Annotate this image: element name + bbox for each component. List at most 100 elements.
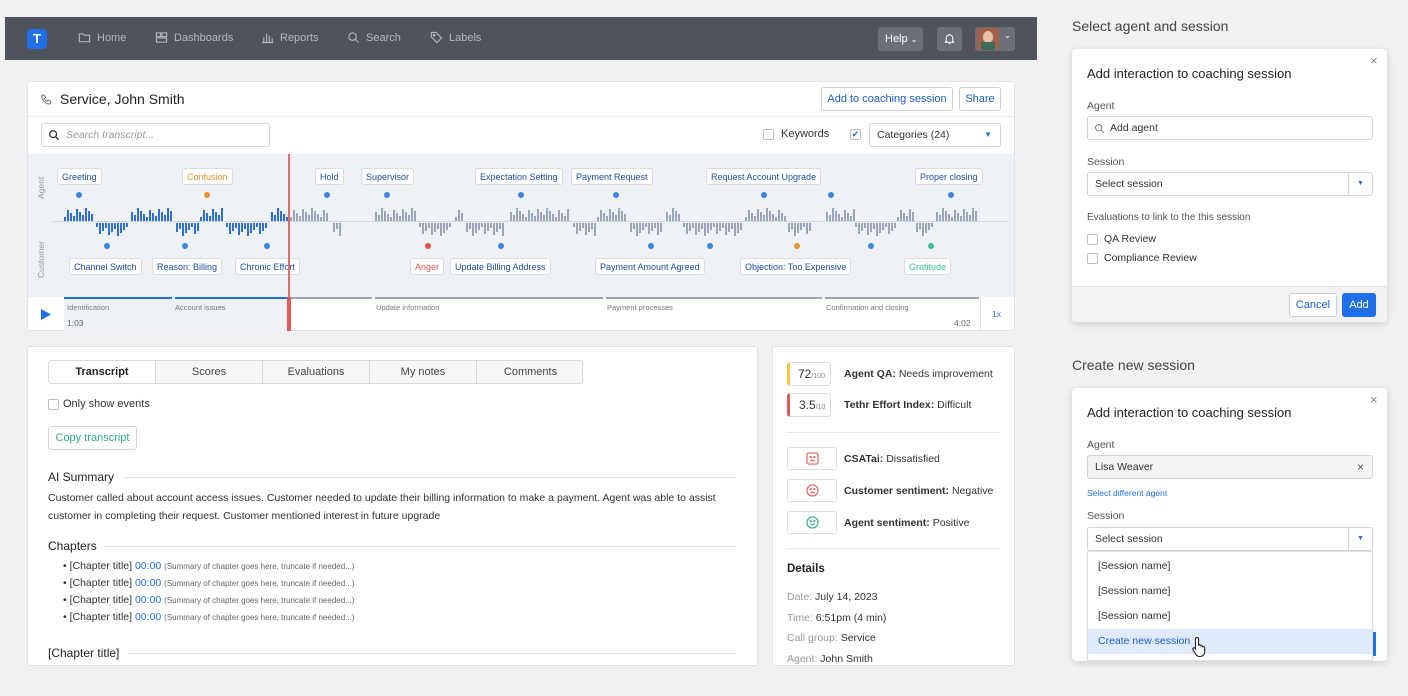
event-dot[interactable] xyxy=(707,243,713,249)
create-new-session-option[interactable]: Create new session xyxy=(1088,629,1372,654)
section-title: Select agent and session xyxy=(1072,18,1229,34)
nav-search[interactable]: Search xyxy=(347,31,401,44)
waveform-segment xyxy=(916,223,933,237)
tab-evaluations[interactable]: Evaluations xyxy=(263,361,370,383)
categories-checkbox[interactable]: ✔ xyxy=(850,129,861,140)
event-dot[interactable] xyxy=(182,243,188,249)
nav-home[interactable]: Home xyxy=(78,31,126,44)
event-tag[interactable]: Payment Amount Agreed xyxy=(595,258,705,275)
event-tag[interactable]: Anger xyxy=(410,258,445,275)
chevron-down-icon: ⌄ xyxy=(1004,31,1011,40)
session-select[interactable]: Select session ▼ xyxy=(1087,527,1373,551)
event-tag[interactable]: Proper closing xyxy=(915,168,983,185)
event-tag[interactable]: Chronic Effort xyxy=(235,258,300,275)
user-menu[interactable]: ⌄ xyxy=(975,27,1015,51)
event-tag[interactable]: Channel Switch xyxy=(69,258,142,275)
event-dot[interactable] xyxy=(324,192,330,198)
close-icon[interactable]: × xyxy=(1370,53,1378,68)
caret-down-icon: ▼ xyxy=(984,130,992,139)
event-tag[interactable]: Reason: Billing xyxy=(152,258,223,275)
event-tag[interactable]: Update Billing Address xyxy=(450,258,551,275)
chapter-time-link[interactable]: 00:00 xyxy=(135,560,161,572)
event-tag[interactable]: Supervisor xyxy=(361,168,415,185)
copy-transcript-button[interactable]: Copy transcript xyxy=(48,426,137,450)
waveform-segment xyxy=(466,223,504,237)
event-dot[interactable] xyxy=(868,243,874,249)
transcript-card: Transcript Scores Evaluations My notes C… xyxy=(27,346,758,666)
compliance-review-checkbox[interactable] xyxy=(1087,253,1098,264)
event-tag[interactable]: Expectation Setting xyxy=(475,168,563,185)
event-dot[interactable] xyxy=(948,192,954,198)
search-transcript-input[interactable]: Search transcript... xyxy=(41,123,270,147)
speed-button[interactable]: 1x xyxy=(992,309,1001,319)
session-select[interactable]: Select session ▼ xyxy=(1087,172,1373,196)
event-dot[interactable] xyxy=(264,243,270,249)
modal-title: Add interaction to coaching session xyxy=(1087,405,1292,420)
segment-label: Confirmation and closing xyxy=(826,303,909,312)
agent-input[interactable]: Lisa Weaver × xyxy=(1087,455,1373,479)
agent-input[interactable]: Add agent xyxy=(1087,116,1373,140)
event-dot[interactable] xyxy=(76,192,82,198)
event-dot[interactable] xyxy=(613,192,619,198)
session-option[interactable]: [Session name] xyxy=(1098,560,1170,572)
waveform-segment xyxy=(936,207,977,221)
playhead[interactable] xyxy=(288,154,290,297)
close-icon[interactable]: × xyxy=(1370,392,1378,407)
event-dot[interactable] xyxy=(204,192,210,198)
session-option[interactable]: [Session name] xyxy=(1098,610,1170,622)
session-option[interactable]: [Session name] xyxy=(1098,585,1170,597)
event-dot[interactable] xyxy=(518,192,524,198)
event-dot[interactable] xyxy=(425,243,431,249)
event-dot[interactable] xyxy=(104,243,110,249)
top-nav: T Home Dashboards Reports Search Labels … xyxy=(5,17,1037,60)
event-dot[interactable] xyxy=(384,192,390,198)
event-tag[interactable]: Payment Request xyxy=(571,168,653,185)
event-tag[interactable]: Request Account Upgrade xyxy=(706,168,822,185)
nav-labels[interactable]: Labels xyxy=(430,31,481,44)
qa-review-checkbox[interactable] xyxy=(1087,234,1098,245)
tab-comments[interactable]: Comments xyxy=(477,361,582,383)
only-events-checkbox[interactable] xyxy=(48,399,59,410)
categories-dropdown[interactable]: Categories (24) ▼ xyxy=(869,123,1001,147)
event-tag[interactable]: Objection: Too Expensive xyxy=(740,258,852,275)
chapter-time-link[interactable]: 00:00 xyxy=(135,611,161,623)
add-button[interactable] xyxy=(1373,632,1376,656)
coaching-modal: × Add interaction to coaching session Ag… xyxy=(1072,49,1387,322)
add-button[interactable]: Add xyxy=(1342,293,1376,317)
chapter-time-link[interactable]: 00:00 xyxy=(135,577,161,589)
nav-reports[interactable]: Reports xyxy=(261,31,319,44)
customer-sentiment-badge xyxy=(787,479,837,502)
modal-title: Add interaction to coaching session xyxy=(1087,66,1292,81)
event-dot[interactable] xyxy=(761,192,767,198)
event-tag[interactable]: Hold xyxy=(315,168,344,185)
agent-label: Agent xyxy=(1087,100,1115,112)
select-different-agent-link[interactable]: Select different agent xyxy=(1087,488,1167,498)
waveform-segment xyxy=(96,223,128,237)
tab-my-notes[interactable]: My notes xyxy=(370,361,477,383)
play-icon[interactable] xyxy=(41,309,51,320)
chapter-time-link[interactable]: 00:00 xyxy=(135,594,161,606)
tab-scores[interactable]: Scores xyxy=(156,361,263,383)
event-tag[interactable]: Confusion xyxy=(182,168,233,185)
event-dot[interactable] xyxy=(794,243,800,249)
keywords-checkbox[interactable] xyxy=(763,129,774,140)
event-dot[interactable] xyxy=(928,243,934,249)
cancel-button[interactable]: Cancel xyxy=(1289,293,1337,317)
customer-sentiment-label: Customer sentiment: Negative xyxy=(844,485,994,497)
waveform-segment xyxy=(683,223,742,237)
notifications-button[interactable] xyxy=(937,27,962,51)
playhead-marker[interactable] xyxy=(287,297,291,331)
tab-transcript[interactable]: Transcript xyxy=(49,361,156,383)
app-logo[interactable]: T xyxy=(27,29,47,49)
help-button[interactable]: Help ⌄ xyxy=(878,27,923,51)
event-tag[interactable]: Greeting xyxy=(57,168,102,185)
event-tag[interactable]: Gratitude xyxy=(904,258,952,275)
waveform-segment xyxy=(745,207,786,221)
event-dot[interactable] xyxy=(648,243,654,249)
event-dot[interactable] xyxy=(828,192,834,198)
nav-dashboards[interactable]: Dashboards xyxy=(155,31,233,44)
add-to-coaching-button[interactable]: Add to coaching session xyxy=(821,87,953,111)
share-button[interactable]: Share xyxy=(959,87,1001,111)
clear-icon[interactable]: × xyxy=(1357,456,1364,478)
event-dot[interactable] xyxy=(498,243,504,249)
